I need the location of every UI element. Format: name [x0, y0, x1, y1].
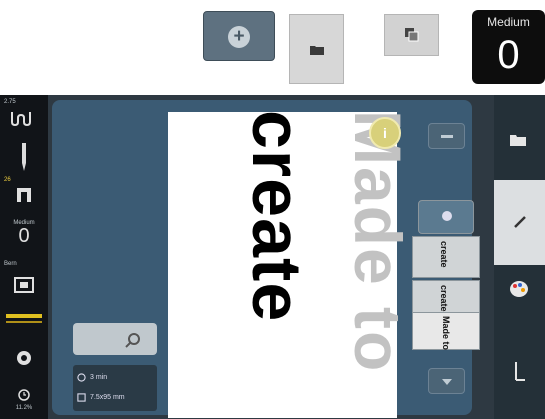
plus-icon: + [228, 26, 250, 48]
clock-icon [77, 373, 86, 382]
zoom-button[interactable] [73, 323, 157, 355]
layer-item[interactable]: create [412, 236, 480, 278]
design-text-made-to[interactable]: Made to [341, 110, 415, 373]
minus-button[interactable] [428, 123, 465, 149]
magnifier-icon [125, 333, 140, 348]
info-icon: i [383, 125, 387, 141]
clock-icon[interactable] [18, 389, 30, 401]
design-text-create[interactable]: create [238, 110, 316, 322]
folder-button[interactable] [289, 14, 344, 84]
folder-icon [510, 135, 526, 146]
bottom-value: 11.2% [15, 405, 33, 411]
layers-stack: create create Made to [410, 200, 482, 365]
top-value: 2.75 [4, 99, 16, 105]
info-button[interactable]: i [369, 117, 401, 149]
copy-button[interactable] [384, 14, 439, 56]
hoop-icon[interactable] [14, 277, 34, 293]
design-info-box: 3 min 7.5x95 mm [73, 365, 157, 411]
palette-icon [510, 281, 528, 297]
gear-icon[interactable] [16, 350, 32, 366]
layer-label: create [439, 241, 449, 268]
stitch-time: 3 min [90, 374, 108, 381]
copy-icon [405, 28, 419, 42]
scroll-down-button[interactable] [428, 368, 465, 394]
presser-value[interactable]: 0 [0, 225, 48, 248]
presser-foot-icon[interactable] [16, 188, 32, 208]
chevron-down-icon [442, 379, 452, 385]
add-button[interactable]: + [203, 11, 275, 61]
layer-label: Made to [441, 316, 451, 351]
stitch-line-icon-2 [6, 321, 42, 323]
presser-pressure-button[interactable]: Medium 0 [472, 10, 545, 84]
stitch-number: 26 [4, 177, 11, 183]
tab-color[interactable] [494, 270, 545, 320]
right-tab-panel [494, 95, 545, 419]
layer-add-icon [442, 211, 452, 221]
minus-icon [441, 135, 453, 138]
bobbin-label: Bern [4, 261, 17, 267]
layer-item[interactable]: Made to [412, 312, 480, 350]
medium-value: 0 [497, 33, 520, 77]
design-size: 7.5x95 mm [90, 394, 125, 401]
tab-stitch-out[interactable] [494, 350, 545, 400]
folder-icon [310, 46, 324, 55]
needle-stitch-icon [515, 362, 525, 381]
tab-file[interactable] [494, 115, 545, 165]
layer-add[interactable] [418, 200, 474, 234]
stitch-line-icon [6, 314, 42, 318]
medium-label: Medium [487, 15, 530, 29]
pencil-icon [514, 216, 526, 228]
layer-label: create [439, 285, 449, 312]
needle-icon[interactable] [19, 143, 29, 171]
thread-tension-icon[interactable] [9, 110, 39, 126]
left-status-bar: 2.75 26 Medium 0 Bern 11.2% [0, 95, 48, 419]
size-icon [77, 393, 86, 402]
tab-edit[interactable] [494, 180, 545, 265]
